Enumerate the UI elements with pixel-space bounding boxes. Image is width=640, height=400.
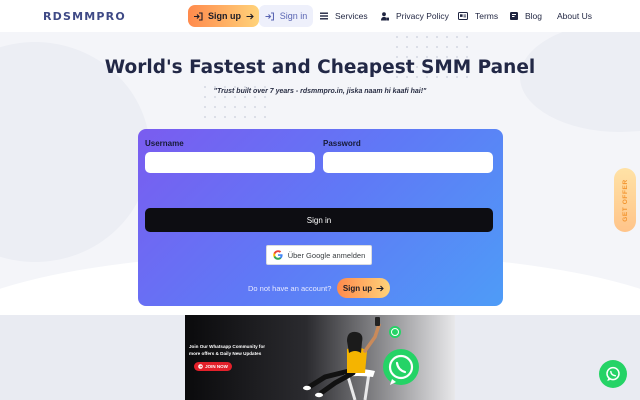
sign-in-arrow-icon bbox=[194, 11, 203, 21]
arrow-right-icon bbox=[376, 285, 384, 291]
site-logo[interactable]: RDSMMPRO bbox=[43, 10, 126, 23]
signin-nav-label: Sign in bbox=[279, 11, 308, 21]
nav-terms-label: Terms bbox=[475, 11, 499, 21]
nav-services-label: Services bbox=[335, 11, 368, 21]
no-account-text: Do not have an account? bbox=[248, 284, 332, 293]
arrow-right-icon bbox=[246, 13, 254, 19]
list-icon bbox=[320, 12, 328, 20]
blog-icon bbox=[510, 12, 518, 20]
id-card-icon bbox=[458, 12, 468, 20]
card-signup-button[interactable]: Sign up bbox=[337, 278, 390, 298]
nav-blog-label: Blog bbox=[525, 11, 543, 21]
sign-in-icon bbox=[265, 11, 274, 21]
page-title: World's Fastest and Cheapest SMM Panel bbox=[104, 57, 536, 78]
top-navbar: RDSMMPRO Sign up Sign in Services Privac… bbox=[0, 0, 640, 32]
signup-button-label: Sign up bbox=[208, 11, 241, 21]
nav-services[interactable]: Services bbox=[320, 9, 368, 23]
get-offer-label: GET OFFER bbox=[621, 178, 629, 222]
woman-with-phone-illustration bbox=[303, 317, 419, 400]
signin-nav-button[interactable]: Sign in bbox=[259, 5, 313, 27]
user-lock-icon bbox=[381, 11, 389, 20]
arrow-circle-icon bbox=[198, 364, 203, 369]
nav-blog[interactable]: Blog bbox=[510, 9, 542, 23]
page-tagline: "Trust built over 7 years - rdsmmpro.in,… bbox=[213, 88, 427, 95]
whatsapp-community-banner[interactable]: Join Our Whatsapp Community for more off… bbox=[185, 315, 455, 400]
join-now-label: JOIN NOW bbox=[205, 364, 228, 369]
nav-terms[interactable]: Terms bbox=[458, 9, 498, 23]
username-input[interactable] bbox=[145, 152, 315, 173]
nav-about-label: About Us bbox=[557, 11, 592, 21]
password-input[interactable] bbox=[323, 152, 493, 173]
nav-about-us[interactable]: About Us bbox=[557, 9, 592, 23]
password-label: Password bbox=[323, 139, 361, 148]
banner-line-1: Join Our Whatsapp Community for bbox=[189, 344, 266, 349]
nav-privacy-policy[interactable]: Privacy Policy bbox=[381, 9, 449, 23]
signup-button[interactable]: Sign up bbox=[188, 5, 259, 27]
banner-line-2: more offers & Daily New Updates bbox=[189, 350, 262, 356]
google-icon bbox=[272, 250, 283, 260]
decor-blob bbox=[520, 32, 640, 132]
get-offer-tab[interactable]: GET OFFER bbox=[614, 168, 636, 232]
whatsapp-chat-button[interactable] bbox=[599, 360, 627, 388]
google-signin-button[interactable]: Über Google anmelden bbox=[266, 245, 372, 265]
join-now-button[interactable]: JOIN NOW bbox=[194, 362, 232, 371]
signin-button[interactable]: Sign in bbox=[145, 208, 493, 232]
card-signup-label: Sign up bbox=[342, 283, 373, 293]
username-label: Username bbox=[145, 139, 184, 148]
google-signin-label: Über Google anmelden bbox=[287, 250, 366, 260]
nav-privacy-label: Privacy Policy bbox=[396, 11, 449, 21]
whatsapp-icon bbox=[606, 366, 620, 381]
banner-text: Join Our Whatsapp Community for more off… bbox=[189, 344, 265, 357]
